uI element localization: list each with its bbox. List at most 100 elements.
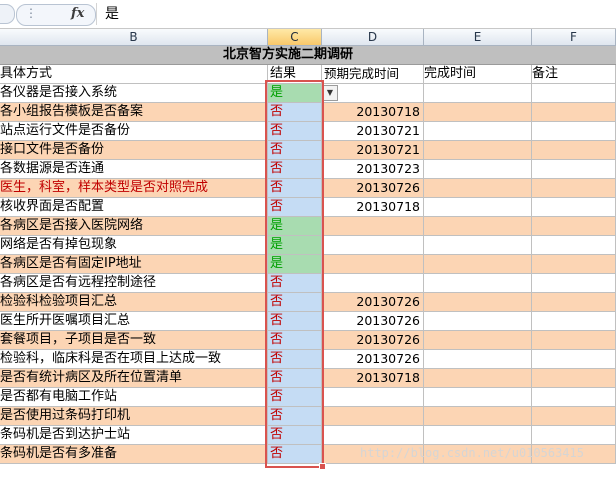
insert-function-button[interactable]: fx <box>71 6 84 21</box>
completed-date-cell[interactable] <box>424 217 532 236</box>
expected-date-cell[interactable]: 20130718 <box>322 198 424 217</box>
notes-cell[interactable] <box>532 179 616 198</box>
expected-date-cell[interactable] <box>322 217 424 236</box>
completed-date-cell[interactable] <box>424 426 532 445</box>
notes-cell[interactable] <box>532 407 616 426</box>
item-cell[interactable]: 各仪器是否接入系统 <box>0 84 268 103</box>
expected-date-cell[interactable] <box>322 426 424 445</box>
column-header-f[interactable]: F <box>532 29 616 46</box>
notes-cell[interactable] <box>532 122 616 141</box>
item-cell[interactable]: 各病区是否接入医院网络 <box>0 217 268 236</box>
item-cell[interactable]: 站点运行文件是否备份 <box>0 122 268 141</box>
item-cell[interactable]: 各小组报告模板是否备案 <box>0 103 268 122</box>
expected-date-cell[interactable]: 20130726 <box>322 331 424 350</box>
sheet-title[interactable]: 北京智方实施二期调研 <box>0 46 616 65</box>
completed-date-cell[interactable] <box>424 160 532 179</box>
completed-date-cell[interactable] <box>424 331 532 350</box>
result-cell[interactable]: 是 <box>268 255 322 274</box>
completed-date-cell[interactable] <box>424 407 532 426</box>
result-cell[interactable]: 否 <box>268 179 322 198</box>
completed-date-cell[interactable] <box>424 141 532 160</box>
column-header-c[interactable]: C <box>268 29 322 46</box>
formula-input[interactable]: 是 <box>96 3 614 25</box>
expected-date-cell[interactable]: 20130726 <box>322 350 424 369</box>
chevron-down-icon[interactable]: ▼ <box>322 85 338 101</box>
completed-date-cell[interactable] <box>424 122 532 141</box>
expected-date-cell[interactable]: 20130726 <box>322 312 424 331</box>
notes-cell[interactable] <box>532 312 616 331</box>
item-cell[interactable]: 是否都有电脑工作站 <box>0 388 268 407</box>
result-cell[interactable]: 否 <box>268 160 322 179</box>
item-cell[interactable]: 网络是否有掉包现象 <box>0 236 268 255</box>
header-cell-result[interactable]: 结果 <box>268 65 322 84</box>
notes-cell[interactable] <box>532 255 616 274</box>
completed-date-cell[interactable] <box>424 236 532 255</box>
result-cell[interactable]: 否 <box>268 274 322 293</box>
expected-date-cell[interactable]: 20130723 <box>322 160 424 179</box>
result-cell[interactable]: 否 <box>268 426 322 445</box>
expected-date-cell[interactable] <box>322 255 424 274</box>
expected-date-cell[interactable]: 20130726 <box>322 293 424 312</box>
column-header-b[interactable]: B <box>0 29 268 46</box>
column-header-e[interactable]: E <box>424 29 532 46</box>
completed-date-cell[interactable] <box>424 350 532 369</box>
notes-cell[interactable] <box>532 274 616 293</box>
item-cell[interactable]: 各病区是否有远程控制途径 <box>0 274 268 293</box>
result-cell[interactable]: 否 <box>268 331 322 350</box>
expected-date-cell[interactable] <box>322 274 424 293</box>
fill-handle[interactable] <box>319 463 326 470</box>
expected-date-cell[interactable]: 20130718 <box>322 369 424 388</box>
notes-cell[interactable] <box>532 84 616 103</box>
notes-cell[interactable] <box>532 293 616 312</box>
result-cell[interactable]: 是 <box>268 236 322 255</box>
item-cell[interactable]: 条码机是否有多准备 <box>0 445 268 464</box>
result-cell[interactable]: 否 <box>268 407 322 426</box>
completed-date-cell[interactable] <box>424 179 532 198</box>
expected-date-cell[interactable]: 20130726 <box>322 179 424 198</box>
completed-date-cell[interactable] <box>424 369 532 388</box>
completed-date-cell[interactable] <box>424 103 532 122</box>
notes-cell[interactable] <box>532 388 616 407</box>
expected-date-cell[interactable]: 20130718 <box>322 103 424 122</box>
result-cell[interactable]: 否 <box>268 103 322 122</box>
expected-date-cell[interactable] <box>322 388 424 407</box>
completed-date-cell[interactable] <box>424 198 532 217</box>
completed-date-cell[interactable] <box>424 274 532 293</box>
item-cell[interactable]: 各数据源是否连通 <box>0 160 268 179</box>
notes-cell[interactable] <box>532 350 616 369</box>
item-cell[interactable]: 各病区是否有固定IP地址 <box>0 255 268 274</box>
item-cell[interactable]: 套餐项目，子项目是否一致 <box>0 331 268 350</box>
expected-date-cell[interactable] <box>322 236 424 255</box>
completed-date-cell[interactable] <box>424 388 532 407</box>
expected-date-cell[interactable]: 20130721 <box>322 122 424 141</box>
notes-cell[interactable] <box>532 217 616 236</box>
item-cell[interactable]: 条码机是否到达护士站 <box>0 426 268 445</box>
result-cell[interactable]: 是 <box>268 84 322 103</box>
header-cell-completed[interactable]: 完成时间 <box>424 65 532 84</box>
completed-date-cell[interactable] <box>424 255 532 274</box>
notes-cell[interactable] <box>532 141 616 160</box>
notes-cell[interactable] <box>532 369 616 388</box>
result-cell[interactable]: 是 <box>268 217 322 236</box>
item-cell[interactable]: 检验科，临床科是否在项目上达成一致 <box>0 350 268 369</box>
header-cell-method[interactable]: 具体方式 <box>0 65 268 84</box>
expected-date-cell[interactable]: 20130721 <box>322 141 424 160</box>
completed-date-cell[interactable] <box>424 312 532 331</box>
result-cell[interactable]: 否 <box>268 350 322 369</box>
notes-cell[interactable] <box>532 198 616 217</box>
notes-cell[interactable] <box>532 331 616 350</box>
item-cell[interactable]: 医生所开医嘱项目汇总 <box>0 312 268 331</box>
header-cell-notes[interactable]: 备注 <box>532 65 616 84</box>
name-box[interactable] <box>0 4 15 24</box>
splitter-dots-icon[interactable]: ⋮ <box>25 6 37 20</box>
notes-cell[interactable] <box>532 103 616 122</box>
item-cell[interactable]: 医生，科室，样本类型是否对照完成 <box>0 179 268 198</box>
result-cell[interactable]: 否 <box>268 312 322 331</box>
result-cell[interactable]: 否 <box>268 122 322 141</box>
notes-cell[interactable] <box>532 160 616 179</box>
result-cell[interactable]: 否 <box>268 369 322 388</box>
result-cell[interactable]: 否 <box>268 388 322 407</box>
item-cell[interactable]: 检验科检验项目汇总 <box>0 293 268 312</box>
result-cell[interactable]: 否 <box>268 445 322 464</box>
expected-date-cell[interactable] <box>322 407 424 426</box>
